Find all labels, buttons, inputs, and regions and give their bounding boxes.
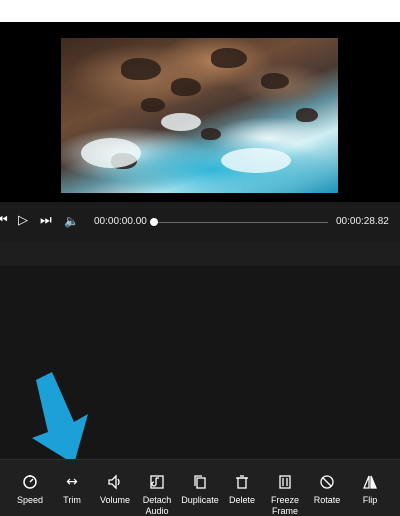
volume-icon[interactable]: 🔈	[64, 213, 79, 229]
freeze-frame-button[interactable]: Freeze Frame	[264, 460, 306, 516]
volume-icon	[106, 473, 124, 491]
play-icon[interactable]: ▷	[18, 213, 28, 229]
skip-forward-icon[interactable]: ⏭	[40, 213, 52, 229]
detach-audio-label: Detach Audio	[142, 495, 172, 516]
duplicate-button[interactable]: Duplicate	[179, 460, 221, 516]
flip-button[interactable]: Flip	[349, 460, 391, 516]
trim-icon: ↔	[66, 474, 78, 490]
flip-icon	[361, 473, 379, 491]
scrub-thumb[interactable]	[150, 218, 158, 226]
volume-button[interactable]: Volume	[94, 460, 136, 516]
delete-label: Delete	[228, 495, 255, 505]
rotate-icon	[318, 473, 336, 491]
flip-label: Flip	[362, 495, 378, 505]
detach-audio-button[interactable]: Detach Audio	[136, 460, 178, 516]
delete-icon	[233, 473, 251, 491]
volume-label: Volume	[99, 495, 131, 505]
freeze-frame-icon	[276, 473, 294, 491]
video-preview-area	[0, 22, 400, 202]
speed-label: Speed	[16, 495, 44, 505]
rotate-label: Rotate	[313, 495, 341, 505]
duplicate-label: Duplicate	[181, 495, 219, 505]
playback-controls: ⏮ ▷ ⏭ 🔈 00:00:00.00 00:00:28.82	[0, 202, 400, 242]
duplicate-icon	[191, 473, 209, 491]
trim-button[interactable]: ↔ Trim	[51, 460, 93, 516]
total-time: 00:00:28.82	[336, 216, 389, 227]
detach-audio-icon	[148, 473, 166, 491]
speed-icon	[21, 473, 39, 491]
scrub-track[interactable]	[152, 222, 328, 223]
timeline-header	[0, 242, 400, 266]
video-frame	[61, 38, 338, 193]
window-top-strip	[0, 0, 400, 22]
speed-button[interactable]: Speed	[9, 460, 51, 516]
freeze-frame-label: Freeze Frame	[270, 495, 299, 516]
skip-back-icon[interactable]: ⏮	[0, 213, 8, 229]
current-time: 00:00:00.00	[94, 216, 147, 227]
edit-toolbar: Speed ↔ Trim Volume Detach Audio Duplica…	[0, 459, 400, 516]
trim-label: Trim	[63, 495, 81, 505]
delete-button[interactable]: Delete	[221, 460, 263, 516]
annotation-arrow-icon	[32, 372, 88, 464]
rotate-button[interactable]: Rotate	[306, 460, 348, 516]
